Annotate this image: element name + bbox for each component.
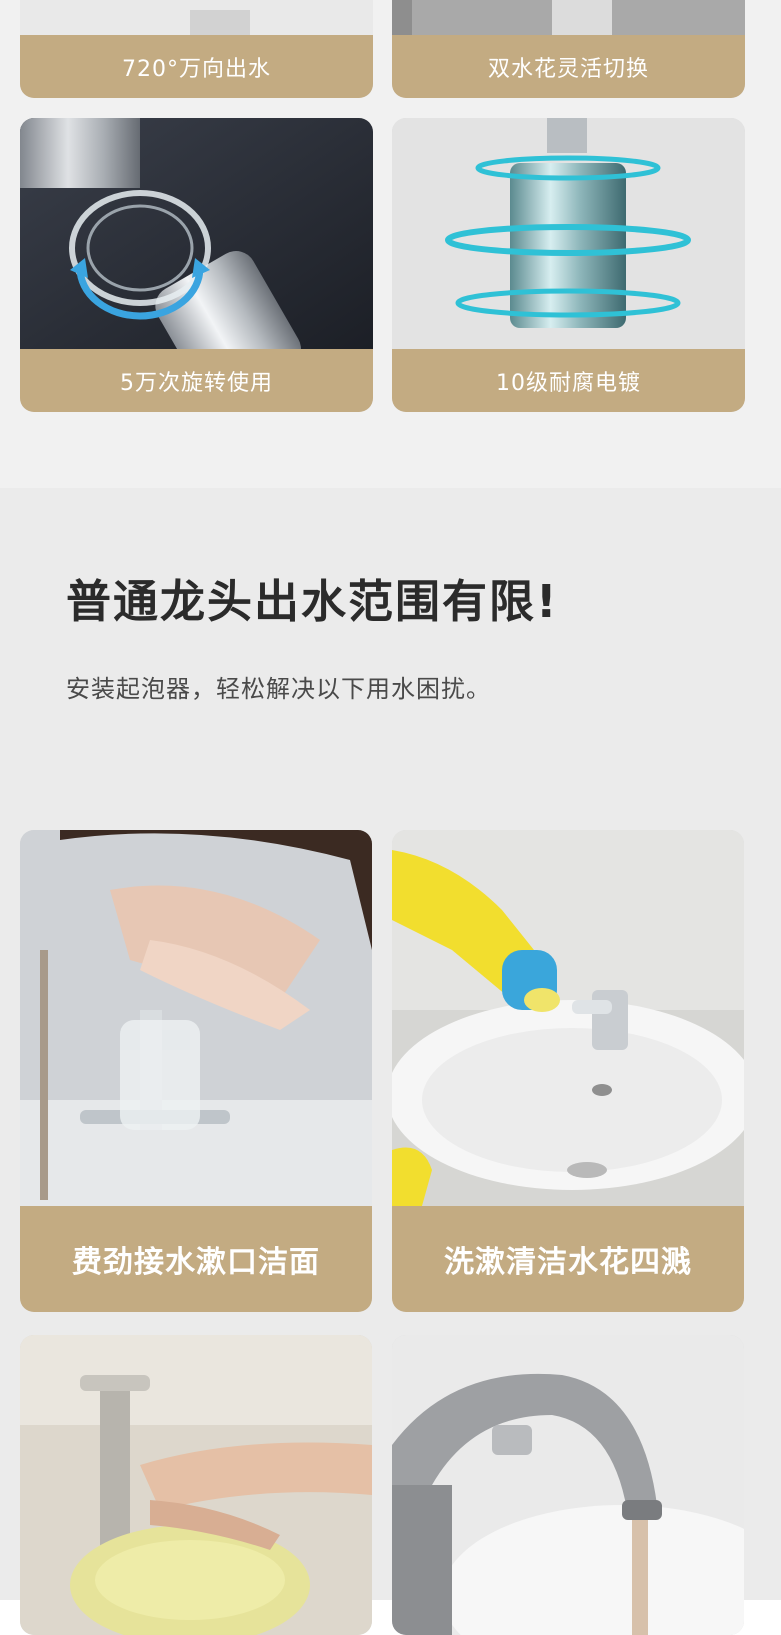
feature-card-plating: 10级耐腐电镀	[392, 118, 745, 412]
problem-photo-sink	[392, 830, 744, 1206]
problem-photo-faucet	[392, 1335, 744, 1635]
problem-card-faucet	[392, 1335, 744, 1635]
problem-caption: 洗漱清洁水花四溅	[392, 1206, 744, 1312]
feature-card-rotation: 5万次旋转使用	[20, 118, 373, 412]
problem-caption: 费劲接水漱口洁面	[20, 1206, 372, 1312]
feature-caption: 720°万向出水	[20, 35, 373, 98]
feature-caption: 双水花灵活切换	[392, 35, 745, 98]
feature-caption: 10级耐腐电镀	[392, 349, 745, 412]
section-subline: 安装起泡器，轻松解决以下用水困扰。	[66, 675, 491, 703]
feature-photo-swivel	[20, 0, 373, 35]
section-headline: 普通龙头出水范围有限!	[66, 575, 559, 628]
problem-card-face-wash: 费劲接水漱口洁面	[20, 830, 372, 1312]
problem-photo-face-wash	[20, 830, 372, 1206]
problem-photo-basin	[20, 1335, 372, 1635]
feature-photo-spray	[392, 0, 745, 35]
feature-photo-aerator	[20, 118, 373, 349]
feature-photo-cylinder	[392, 118, 745, 349]
feature-card-720: 720°万向出水	[20, 0, 373, 98]
feature-caption: 5万次旋转使用	[20, 349, 373, 412]
feature-card-dual-spray: 双水花灵活切换	[392, 0, 745, 98]
problem-card-splash: 洗漱清洁水花四溅	[392, 830, 744, 1312]
problem-card-basin	[20, 1335, 372, 1635]
